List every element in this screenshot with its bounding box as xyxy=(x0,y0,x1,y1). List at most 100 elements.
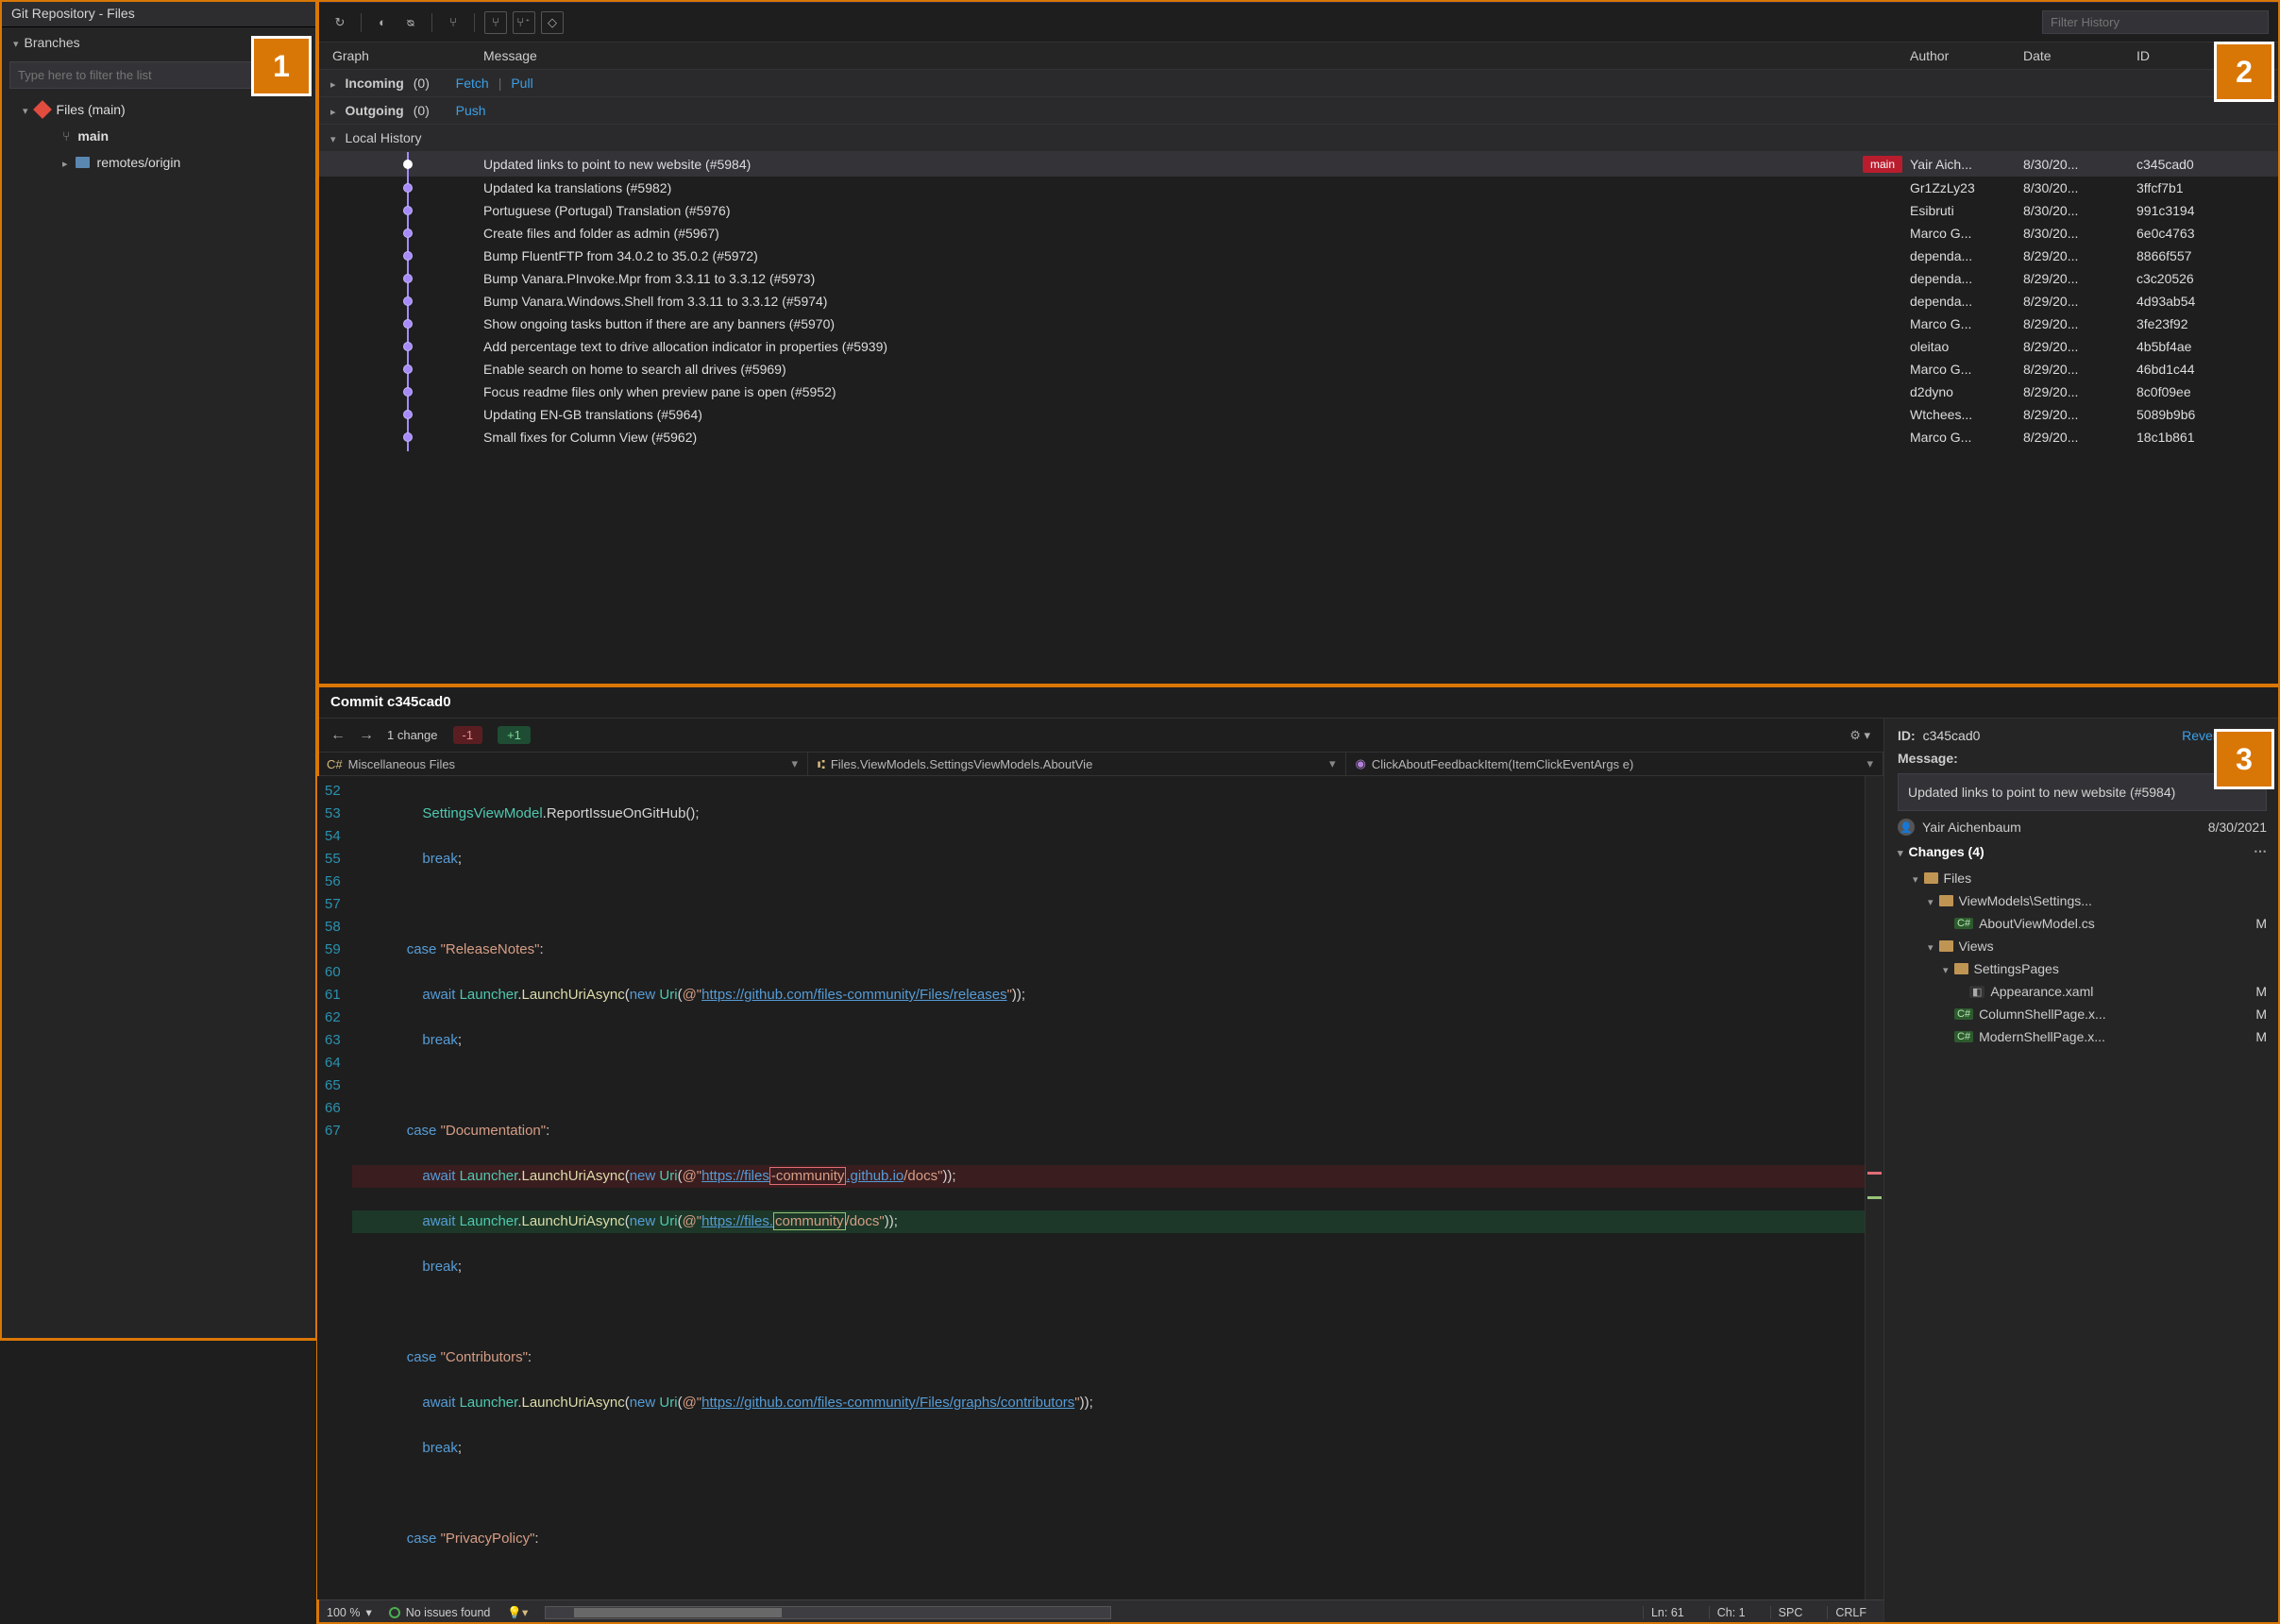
tree-file[interactable]: C#ColumnShellPage.x...M xyxy=(1898,1003,2267,1025)
commit-row[interactable]: Portuguese (Portugal) Translation (#5976… xyxy=(317,199,2280,222)
expand-icon xyxy=(23,102,28,117)
col-date[interactable]: Date xyxy=(2023,48,2136,63)
issues-indicator[interactable]: No issues found xyxy=(389,1606,491,1619)
expand-icon[interactable] xyxy=(1898,844,1903,859)
changes-header[interactable]: Changes (4) xyxy=(1909,844,1984,859)
gear-icon[interactable]: ⚙ ▾ xyxy=(1849,728,1870,743)
incoming-count: (0) xyxy=(414,76,430,91)
commit-message-box: Updated links to point to new website (#… xyxy=(1898,773,2267,811)
eol-indicator[interactable]: CRLF xyxy=(1827,1606,1874,1619)
lightbulb-icon[interactable]: 💡▾ xyxy=(507,1605,528,1620)
tree-folder[interactable]: ViewModels\Settings... xyxy=(1898,889,2267,912)
push-link[interactable]: Push xyxy=(456,103,486,118)
fetch-link[interactable]: Fetch xyxy=(456,76,489,91)
local-history-label: Local History xyxy=(346,130,422,145)
graph-view-icon[interactable]: ⑂ xyxy=(484,11,507,34)
breadcrumb-project[interactable]: C# Miscellaneous Files▾ xyxy=(317,753,808,775)
folder-icon xyxy=(76,157,90,168)
changes-tree: Files ViewModels\Settings... C#AboutView… xyxy=(1898,867,2267,1048)
forward-button[interactable]: → xyxy=(359,727,374,744)
pane-title: Git Repository - Files xyxy=(0,0,316,27)
expand-icon xyxy=(62,155,68,170)
commit-row[interactable]: Create files and folder as admin (#5967)… xyxy=(317,222,2280,245)
tree-folder[interactable]: Files xyxy=(1898,867,2267,889)
more-icon[interactable]: ⋯ xyxy=(2254,843,2267,859)
commit-row[interactable]: Updating EN-GB translations (#5964)Wtche… xyxy=(317,403,2280,426)
history-filter-input[interactable] xyxy=(2042,10,2269,34)
message-label: Message: xyxy=(1898,751,1958,766)
avatar: 👤 xyxy=(1898,819,1915,836)
outgoing-section[interactable]: Outgoing (0) Push xyxy=(317,97,2280,125)
callout-3: 3 xyxy=(2214,729,2274,789)
repo-icon xyxy=(33,100,52,119)
callout-2: 2 xyxy=(2214,42,2274,102)
tree-file[interactable]: C#AboutViewModel.csM xyxy=(1898,912,2267,935)
line-indicator[interactable]: Ln: 61 xyxy=(1643,1606,1692,1619)
repo-label: Files (main) xyxy=(57,102,126,117)
commit-row[interactable]: Small fixes for Column View (#5962)Marco… xyxy=(317,426,2280,448)
expand-icon xyxy=(13,35,19,50)
person-filter-icon[interactable]: ᴓ xyxy=(399,11,422,34)
col-message[interactable]: Message xyxy=(483,48,1910,63)
history-toolbar: ↻ ◐ ᴓ ⑂ ⑂ ⑂⁺ ◇ xyxy=(317,3,2280,42)
commit-id: c345cad0 xyxy=(1923,728,1981,743)
remotes-label: remotes/origin xyxy=(97,155,181,170)
branch-icon: ⑂ xyxy=(62,128,70,144)
breadcrumb-namespace[interactable]: ⑆ Files.ViewModels.SettingsViewModels.Ab… xyxy=(808,753,1346,775)
history-columns: Graph Message Author Date ID xyxy=(317,42,2280,70)
commit-author: Yair Aichenbaum xyxy=(1922,820,2021,835)
tree-file[interactable]: C#ModernShellPage.x...M xyxy=(1898,1025,2267,1048)
filter-icon[interactable]: ◐ xyxy=(371,11,394,34)
commit-row[interactable]: Bump Vanara.Windows.Shell from 3.3.11 to… xyxy=(317,290,2280,313)
branch-name: main xyxy=(77,128,109,144)
commit-info-pane: ID: c345cad0 Revert Rese Message: Edit U… xyxy=(1883,719,2280,1624)
back-button[interactable]: ← xyxy=(330,727,346,744)
tree-folder[interactable]: SettingsPages xyxy=(1898,957,2267,980)
expand-icon xyxy=(330,103,336,118)
zoom-level[interactable]: 100 % ▾ xyxy=(327,1605,372,1619)
history-pane: ↻ ◐ ᴓ ⑂ ⑂ ⑂⁺ ◇ Graph Message Author Date… xyxy=(317,0,2280,685)
commit-row[interactable]: Bump Vanara.PInvoke.Mpr from 3.3.11 to 3… xyxy=(317,267,2280,290)
graph-mode-icon[interactable]: ⑂⁺ xyxy=(513,11,535,34)
local-branch-main[interactable]: ⑂ main xyxy=(19,123,309,149)
commit-row[interactable]: Updated ka translations (#5982)Gr1ZzLy23… xyxy=(317,177,2280,199)
editor-breadcrumb: C# Miscellaneous Files▾ ⑆ Files.ViewMode… xyxy=(317,753,1883,776)
incoming-label: Incoming xyxy=(346,76,404,91)
outgoing-count: (0) xyxy=(414,103,430,118)
indent-indicator[interactable]: SPC xyxy=(1770,1606,1811,1619)
code-area[interactable]: SettingsViewModel.ReportIssueOnGitHub();… xyxy=(352,776,1865,1599)
tree-folder[interactable]: Views xyxy=(1898,935,2267,957)
char-indicator[interactable]: Ch: 1 xyxy=(1709,1606,1753,1619)
col-graph[interactable]: Graph xyxy=(332,48,483,63)
commit-detail-pane: Commit c345cad0 ← → 1 change -1 +1 ⚙ ▾ xyxy=(317,685,2280,1624)
commit-detail-title: Commit c345cad0 xyxy=(317,686,2280,719)
tag-icon[interactable]: ◇ xyxy=(541,11,564,34)
incoming-section[interactable]: Incoming (0) Fetch | Pull xyxy=(317,70,2280,97)
additions-badge: +1 xyxy=(498,726,531,744)
col-author[interactable]: Author xyxy=(1910,48,2023,63)
refresh-icon[interactable]: ↻ xyxy=(329,11,351,34)
commit-row[interactable]: Updated links to point to new website (#… xyxy=(317,152,2280,177)
breadcrumb-member[interactable]: ◉ ClickAboutFeedbackItem(ItemClickEventA… xyxy=(1346,753,1884,775)
deletions-badge: -1 xyxy=(453,726,483,744)
git-repository-pane: Git Repository - Files Branches Files (m… xyxy=(0,0,317,1340)
editor-statusbar: 100 % ▾ No issues found 💡▾ Ln: 61 Ch: 1 … xyxy=(317,1599,1883,1624)
local-history-section[interactable]: Local History xyxy=(317,125,2280,152)
callout-1: 1 xyxy=(251,36,312,96)
horizontal-scrollbar[interactable] xyxy=(545,1606,1111,1619)
commit-list: Updated links to point to new website (#… xyxy=(317,152,2280,685)
commit-row[interactable]: Add percentage text to drive allocation … xyxy=(317,335,2280,358)
id-label: ID: xyxy=(1898,728,1916,743)
commit-row[interactable]: Enable search on home to search all driv… xyxy=(317,358,2280,381)
repo-node[interactable]: Files (main) xyxy=(19,96,309,123)
tree-file[interactable]: ◧Appearance.xamlM xyxy=(1898,980,2267,1003)
commit-row[interactable]: Focus readme files only when preview pan… xyxy=(317,381,2280,403)
minimap[interactable] xyxy=(1865,776,1883,1599)
remotes-node[interactable]: remotes/origin xyxy=(19,149,309,176)
branch-filter-input[interactable] xyxy=(9,61,288,89)
commit-row[interactable]: Bump FluentFTP from 34.0.2 to 35.0.2 (#5… xyxy=(317,245,2280,267)
commit-row[interactable]: Show ongoing tasks button if there are a… xyxy=(317,313,2280,335)
pull-link[interactable]: Pull xyxy=(511,76,532,91)
branch-graph-icon[interactable]: ⑂ xyxy=(442,11,464,34)
branch-tag: main xyxy=(1863,156,1902,173)
